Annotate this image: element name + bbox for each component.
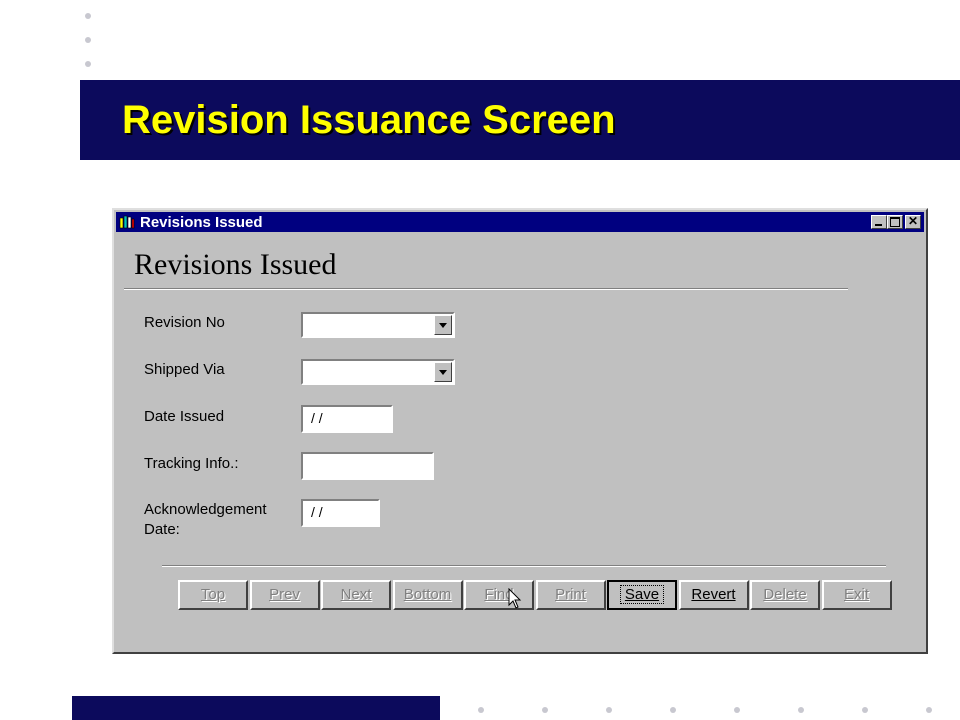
maximize-button[interactable] (887, 215, 903, 229)
decorative-dot (85, 37, 91, 43)
decorative-dot (798, 707, 804, 713)
button-divider (162, 565, 886, 567)
decorative-dot (85, 13, 91, 19)
books-icon (119, 215, 135, 229)
save-button[interactable]: Save (607, 580, 677, 610)
revision-no-combo[interactable] (301, 312, 455, 338)
shipped-via-label: Shipped Via (144, 361, 225, 378)
chevron-down-icon (439, 323, 447, 328)
close-icon: ✕ (907, 214, 919, 228)
revision-no-dropdown-button[interactable] (434, 315, 452, 335)
revert-button[interactable]: Revert (678, 580, 749, 610)
form-heading: Revisions Issued (134, 248, 337, 281)
find-button[interactable]: Find (464, 580, 534, 610)
mouse-pointer-icon (508, 588, 522, 609)
maximize-icon (890, 217, 900, 227)
shipped-via-dropdown-button[interactable] (434, 362, 452, 382)
acknowledgement-date-input[interactable]: / / (301, 499, 380, 527)
revisions-issued-window: Revisions Issued ✕ Revisions Issued Revi… (112, 208, 928, 654)
window-titlebar[interactable]: Revisions Issued ✕ (116, 212, 924, 232)
decorative-dot (606, 707, 612, 713)
acknowledgement-date-label: Acknowledgement Date: (144, 501, 267, 538)
heading-divider (124, 288, 848, 290)
save-button-label: Save (619, 585, 665, 604)
tracking-info-label: Tracking Info.: (144, 455, 239, 472)
close-button[interactable]: ✕ (905, 214, 921, 229)
title-band: Revision Issuance Screen (80, 80, 960, 160)
record-button-bar: Top Prev Next Bottom Find Print Save Rev… (178, 580, 893, 610)
decorative-dot (670, 707, 676, 713)
exit-button[interactable]: Exit (821, 580, 892, 610)
minimize-button[interactable] (871, 215, 887, 229)
decorative-dot (926, 707, 932, 713)
delete-button[interactable]: Delete (750, 580, 820, 610)
prev-button[interactable]: Prev (249, 580, 320, 610)
decorative-dot (542, 707, 548, 713)
decorative-dot (478, 707, 484, 713)
tracking-info-input[interactable] (301, 452, 434, 480)
window-title: Revisions Issued (140, 214, 263, 231)
date-issued-input[interactable]: / / (301, 405, 393, 433)
print-button[interactable]: Print (535, 580, 606, 610)
bottom-button[interactable]: Bottom (392, 580, 463, 610)
shipped-via-combo[interactable] (301, 359, 455, 385)
revision-no-label: Revision No (144, 314, 225, 331)
slide-title: Revision Issuance Screen (122, 98, 616, 142)
next-button[interactable]: Next (321, 580, 391, 610)
chevron-down-icon (439, 370, 447, 375)
date-issued-label: Date Issued (144, 408, 225, 425)
decorative-dot (862, 707, 868, 713)
decorative-dot (85, 61, 91, 67)
minimize-icon (875, 224, 882, 226)
window-controls: ✕ (871, 214, 921, 229)
top-button[interactable]: Top (178, 580, 248, 610)
decorative-dot (734, 707, 740, 713)
footer-band (72, 696, 440, 720)
